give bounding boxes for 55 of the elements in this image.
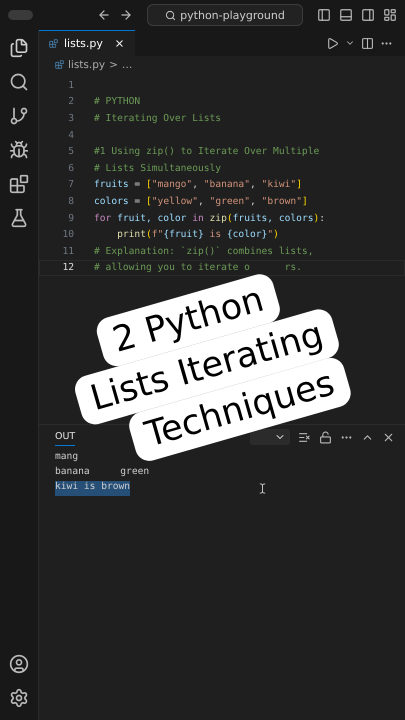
code-line: #1 Using zip() to Iterate Over Multiple <box>93 146 320 158</box>
breadcrumb-item[interactable]: … <box>122 58 132 70</box>
line-number: 6 <box>67 162 74 174</box>
code-line: # PYTHON <box>93 96 140 108</box>
code-line: # Lists Simultaneously <box>93 162 222 174</box>
code-line: print(f"{fruit} is {color}") <box>116 229 279 240</box>
window-control-icon <box>8 10 33 20</box>
code-line: # allowing you to iterate o rs. <box>93 262 302 274</box>
account-icon[interactable] <box>9 654 29 674</box>
breadcrumb-separator: > <box>109 58 118 70</box>
output-text: banana <box>55 466 90 479</box>
extensions-icon[interactable] <box>9 174 29 194</box>
debug-icon[interactable] <box>9 140 29 160</box>
bottom-panel-icon[interactable] <box>339 8 353 22</box>
code-line: colors = ["yellow", "green", "brown"] <box>93 196 308 207</box>
line-number: 2 <box>67 96 74 108</box>
right-panel-icon[interactable] <box>361 8 375 22</box>
panel-tab[interactable]: OUT <box>55 428 76 446</box>
search-icon <box>165 10 176 20</box>
left-panel-icon[interactable] <box>317 8 331 22</box>
line-number: 11 <box>61 246 74 257</box>
search-icon[interactable] <box>9 72 29 92</box>
line-number: 4 <box>67 130 74 141</box>
flask-icon[interactable] <box>9 208 29 228</box>
line-number: 5 <box>67 146 74 158</box>
code-line: # Iterating Over Lists <box>93 112 222 124</box>
command-search-field[interactable]: python-playground <box>147 4 303 26</box>
output-text: mang <box>55 451 78 464</box>
line-number: 8 <box>67 196 74 207</box>
output-dropdown[interactable] <box>250 429 290 445</box>
forward-arrow-icon[interactable] <box>119 8 133 22</box>
line-number: 12 <box>61 262 74 274</box>
split-editor-icon[interactable] <box>361 36 374 50</box>
layout-icon[interactable] <box>383 8 397 22</box>
clear-output-icon[interactable] <box>298 430 311 444</box>
code-line: for fruit, color in zip(fruits, colors): <box>93 212 326 224</box>
line-number: 10 <box>61 229 74 240</box>
close-icon[interactable] <box>114 38 125 49</box>
output-text: kiwi is brown <box>55 481 130 496</box>
text-cursor-icon <box>257 483 268 494</box>
settings-icon[interactable] <box>9 688 29 708</box>
files-icon[interactable] <box>9 38 29 58</box>
lock-icon[interactable] <box>319 430 332 444</box>
breadcrumb-item[interactable]: lists.py <box>68 58 106 70</box>
editor-tab[interactable]: lists.py <box>39 30 135 56</box>
branch-icon[interactable] <box>9 106 29 126</box>
code-line: fruits = ["mango", "banana", "kiwi"] <box>93 179 302 190</box>
run-icon[interactable] <box>326 36 339 50</box>
output-text: green <box>120 466 150 479</box>
line-number: 3 <box>67 112 74 124</box>
line-number: 1 <box>67 80 74 91</box>
close-icon[interactable] <box>382 430 395 444</box>
code-line: # Explanation: `zip()` combines lists, <box>93 246 314 257</box>
line-number: 9 <box>67 212 74 224</box>
line-number: 7 <box>67 179 74 190</box>
